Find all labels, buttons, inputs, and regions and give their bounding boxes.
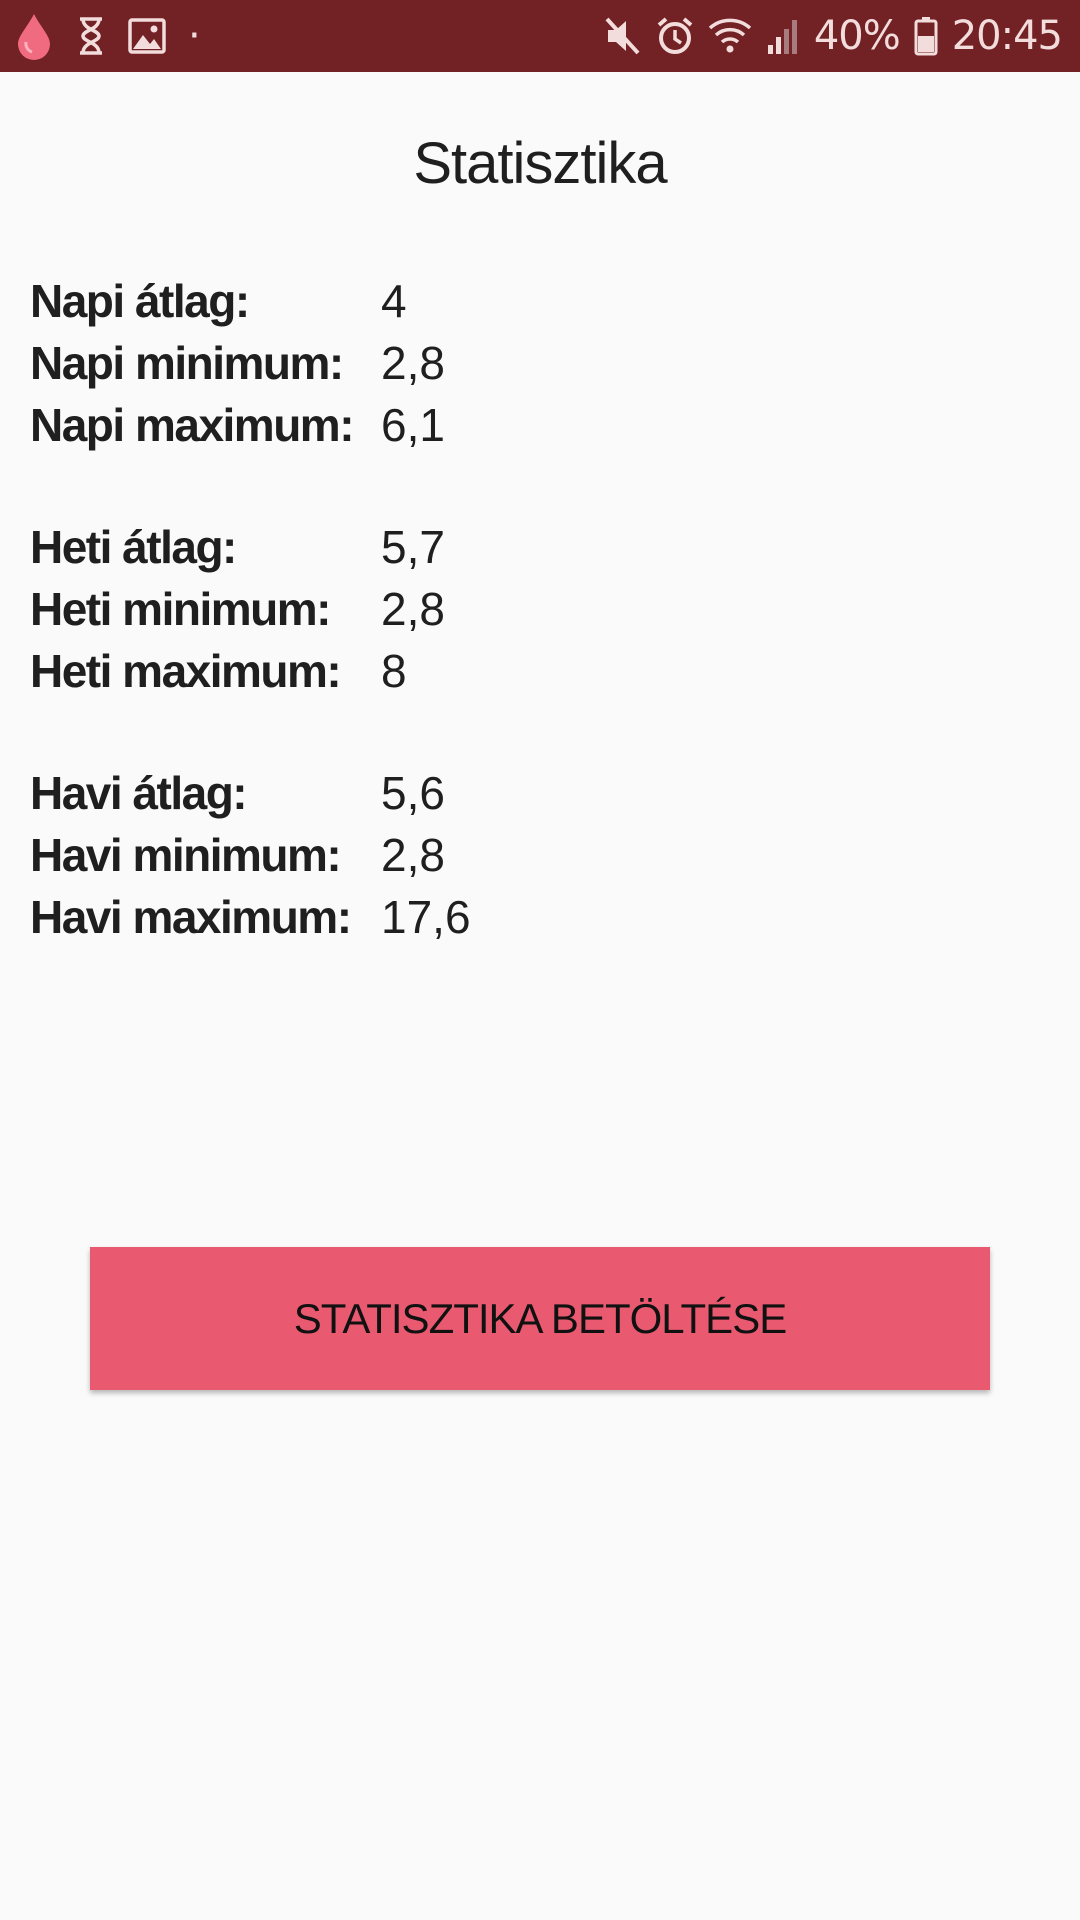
daily-maximum-label: Napi maximum: xyxy=(30,399,355,451)
signal-icon xyxy=(766,17,800,55)
image-icon xyxy=(128,18,166,54)
hourglass-icon xyxy=(76,16,106,56)
weekly-stats-group: Heti átlag: 5,7 Heti minimum: 2,8 Heti m… xyxy=(30,516,471,702)
status-bar-left: · xyxy=(14,10,201,62)
mute-icon xyxy=(604,16,642,56)
status-bar-right: 40% 20:45 xyxy=(604,8,1063,64)
load-statistics-button[interactable]: STATISZTIKA BETÖLTÉSE xyxy=(90,1247,990,1390)
daily-minimum-row: Napi minimum: 2,8 xyxy=(30,332,471,394)
battery-percent: 40% xyxy=(813,13,901,59)
blood-drop-icon xyxy=(14,12,54,60)
monthly-average-value: 5,6 xyxy=(381,767,445,819)
weekly-average-label: Heti átlag: xyxy=(30,521,237,573)
daily-average-row: Napi átlag: 4 xyxy=(30,270,471,332)
daily-minimum-label: Napi minimum: xyxy=(30,337,344,389)
notification-dot: · xyxy=(188,13,201,59)
monthly-average-label: Havi átlag: xyxy=(30,767,248,819)
page-title: Statisztika xyxy=(413,131,667,196)
clock-time: 20:45 xyxy=(951,13,1063,59)
daily-stats-group: Napi átlag: 4 Napi minimum: 2,8 Napi max… xyxy=(30,270,471,456)
daily-average-label: Napi átlag: xyxy=(30,275,250,327)
wifi-icon xyxy=(708,16,752,56)
weekly-minimum-value: 2,8 xyxy=(381,583,445,635)
weekly-minimum-row: Heti minimum: 2,8 xyxy=(30,578,471,640)
daily-maximum-row: Napi maximum: 6,1 xyxy=(30,394,471,456)
monthly-average-row: Havi átlag: 5,6 xyxy=(30,762,471,824)
status-bar: · 40% 20:45 xyxy=(0,0,1080,72)
battery-icon xyxy=(914,16,938,56)
monthly-maximum-label: Havi maximum: xyxy=(30,891,352,943)
monthly-maximum-row: Havi maximum: 17,6 xyxy=(30,886,471,948)
daily-minimum-value: 2,8 xyxy=(381,337,445,389)
monthly-maximum-value: 17,6 xyxy=(381,891,471,943)
weekly-maximum-value: 8 xyxy=(381,645,407,697)
weekly-maximum-label: Heti maximum: xyxy=(30,645,342,697)
weekly-average-value: 5,7 xyxy=(381,521,445,573)
monthly-stats-group: Havi átlag: 5,6 Havi minimum: 2,8 Havi m… xyxy=(30,762,471,948)
daily-maximum-value: 6,1 xyxy=(381,399,445,451)
stats-list: Napi átlag: 4 Napi minimum: 2,8 Napi max… xyxy=(30,270,471,1008)
monthly-minimum-row: Havi minimum: 2,8 xyxy=(30,824,471,886)
daily-average-value: 4 xyxy=(381,275,407,327)
monthly-minimum-label: Havi minimum: xyxy=(30,829,342,881)
weekly-average-row: Heti átlag: 5,7 xyxy=(30,516,471,578)
alarm-icon xyxy=(656,16,694,56)
monthly-minimum-value: 2,8 xyxy=(381,829,445,881)
weekly-maximum-row: Heti maximum: 8 xyxy=(30,640,471,702)
weekly-minimum-label: Heti minimum: xyxy=(30,583,331,635)
